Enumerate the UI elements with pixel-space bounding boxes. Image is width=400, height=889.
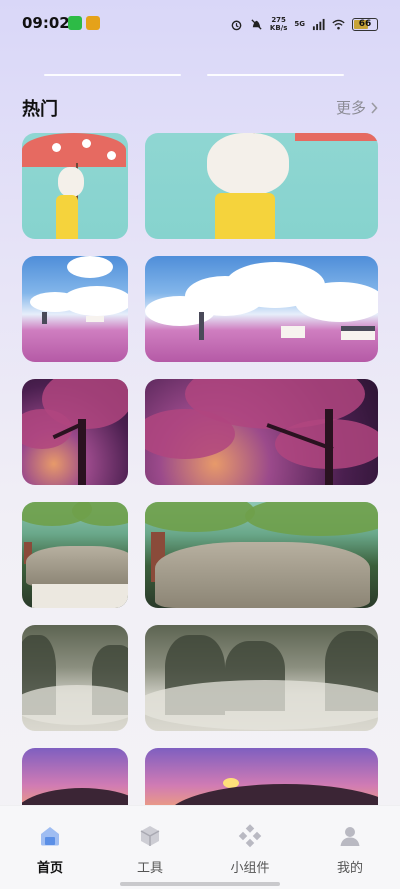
battery-icon: 66 [352,17,378,31]
wallpaper-thumb-cottage-large[interactable] [145,502,378,608]
signal-label: 5G [294,20,305,28]
nav-item-profile[interactable]: 我的 [300,806,400,889]
widgets-icon [238,824,262,848]
net-speed: 275 KB/s [269,16,288,32]
tab-indicator-left [44,74,181,76]
battery-level: 66 [358,19,372,29]
wallpaper-thumb-lavender-small[interactable] [22,256,128,362]
wallpaper-thumb-umbrella-girl-small[interactable] [22,133,128,239]
wallpaper-row [22,625,378,731]
nav-label-profile: 我的 [336,861,363,876]
wechat-notification-icon [68,16,82,30]
more-label: 更多 [335,99,366,117]
nav-label-home: 首页 [36,861,63,876]
nav-label-tools: 工具 [136,861,163,876]
more-button[interactable]: 更多 [336,97,378,118]
tab-indicator-right [207,74,344,76]
wallpaper-row [22,133,378,239]
wallpaper-thumb-mountains-large[interactable] [145,625,378,731]
wallpaper-thumb-cherry-large[interactable] [145,379,378,485]
wallpaper-row [22,502,378,608]
nav-label-widgets: 小组件 [230,861,270,876]
home-indicator-bar[interactable] [120,882,280,886]
wallpaper-thumb-cottage-small[interactable] [22,502,128,608]
game-notification-icon [86,16,100,30]
wallpaper-thumb-lavender-large[interactable] [145,256,378,362]
status-time: 09:02 [22,14,70,32]
signal-icon [312,18,325,30]
alarm-icon [231,20,242,30]
nav-item-tools[interactable]: 工具 [100,806,200,889]
home-icon [41,827,59,846]
section-title-hot: 热门 [22,99,58,120]
nav-item-widgets[interactable]: 小组件 [200,806,300,889]
wallpaper-grid [22,133,378,871]
nav-item-home[interactable]: 首页 [0,806,100,889]
wallpaper-thumb-umbrella-girl-large[interactable] [145,133,378,239]
wallpaper-row [22,379,378,485]
profile-icon [340,827,360,846]
wallpaper-row [22,256,378,362]
mute-icon [251,18,262,30]
wifi-icon [332,19,345,29]
cube-icon [140,826,160,846]
status-icons: 275 KB/s 5G 66 [230,15,378,33]
wallpaper-thumb-cherry-small[interactable] [22,379,128,485]
status-bar: 09:02 275 KB/s 5G 66 [0,0,400,48]
bottom-nav: 首页 工具 小组件 我的 [0,805,400,889]
wallpaper-thumb-mountains-small[interactable] [22,625,128,731]
chevron-right-icon [371,101,378,114]
